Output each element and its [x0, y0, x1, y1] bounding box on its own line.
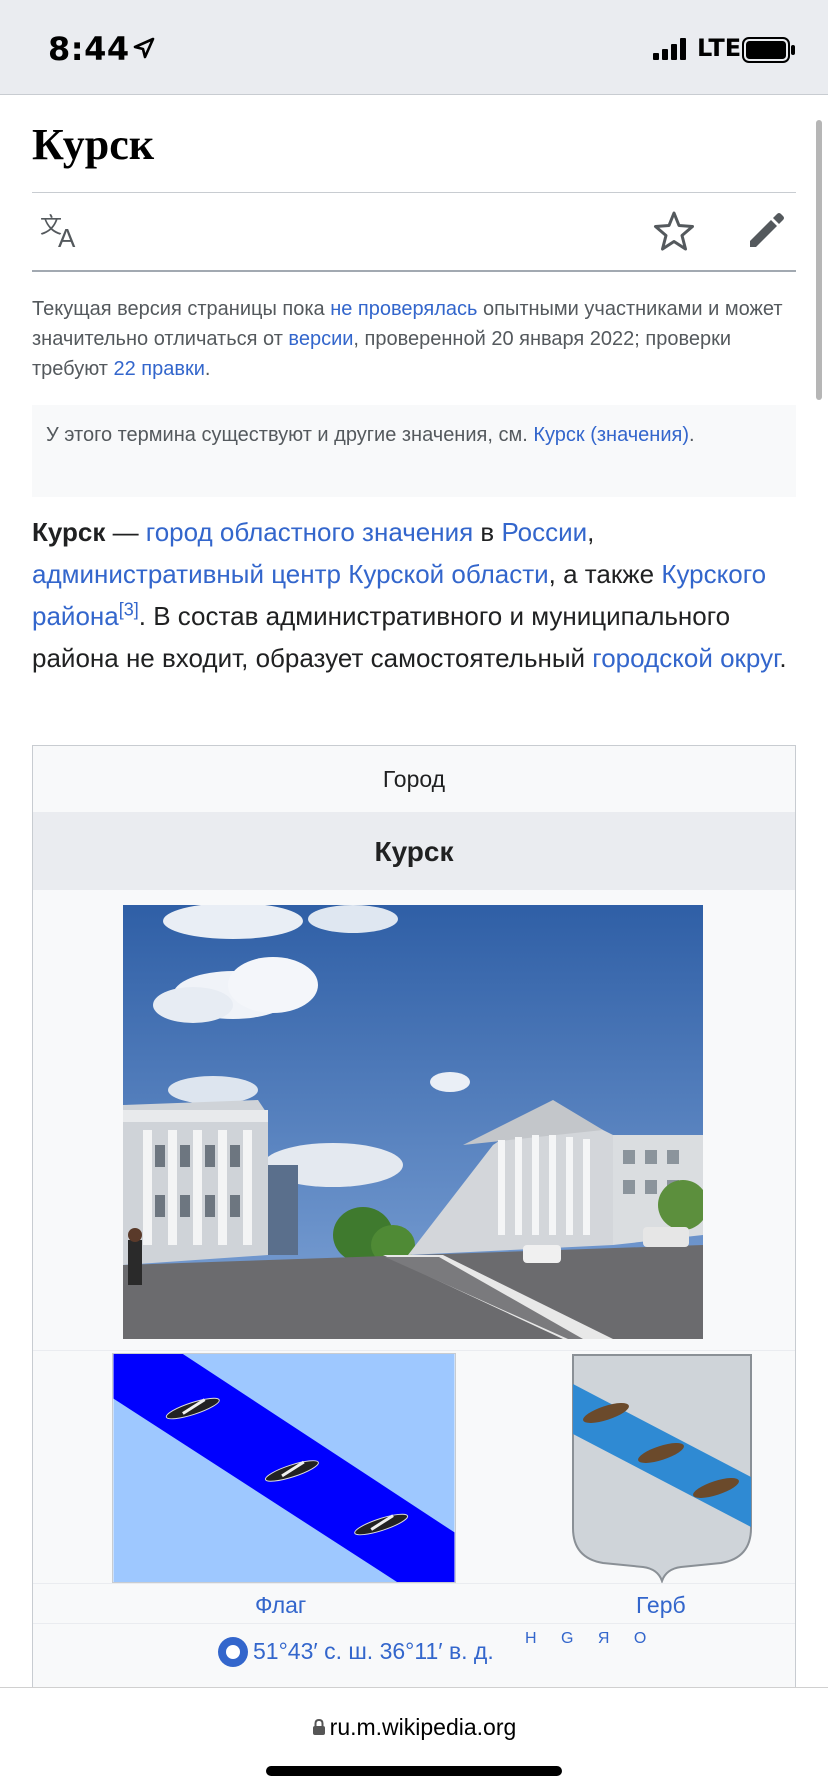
pending-edits-link[interactable]: 22 правки	[113, 358, 204, 380]
reference-link[interactable]: [3]	[119, 599, 139, 619]
infobox-coordinates: 51°43′ с. ш. 36°11′ в. д. H G Я O	[33, 1624, 795, 1674]
infobox-type: Город	[33, 746, 795, 813]
infobox-title: Курск	[33, 813, 795, 890]
review-notice: Текущая версия страницы пока не проверял…	[32, 298, 783, 380]
scroll-indicator[interactable]	[816, 120, 822, 400]
flag-link[interactable]: Флаг	[255, 1592, 306, 1619]
lock-icon	[312, 1718, 325, 1735]
browser-bottom-bar: ru.m.wikipedia.org	[0, 1687, 828, 1792]
location-arrow-icon	[133, 37, 155, 59]
status-bar: 8:44 LTE	[0, 0, 828, 95]
svg-text:A: A	[58, 223, 76, 251]
infobox-symbols-row	[33, 1351, 795, 1584]
admin-center-link[interactable]: административный центр Курской области	[32, 559, 549, 589]
version-link[interactable]: версии	[288, 328, 353, 350]
status-time: 8:44	[48, 30, 130, 68]
globe-icon[interactable]	[217, 1636, 249, 1668]
coordinates-link[interactable]: 51°43′ с. ш. 36°11′ в. д.	[253, 1638, 494, 1665]
not-reviewed-link[interactable]: не проверялась	[330, 298, 477, 320]
language-icon[interactable]: 文 A	[40, 211, 84, 251]
page-actions-toolbar: 文 A	[32, 193, 796, 269]
lead-paragraph: Курск — город областного значения в Росс…	[32, 517, 787, 673]
russia-link[interactable]: России	[501, 517, 587, 547]
infobox: Город Курск Флаг Герб 51°43′ с. ш. 36°11…	[32, 745, 796, 1785]
city-photo[interactable]	[123, 905, 703, 1339]
coat-of-arms-link[interactable]: Герб	[636, 1592, 686, 1619]
edit-pencil-icon[interactable]	[744, 209, 788, 253]
disambiguation-hatnote: У этого термина существуют и другие знач…	[32, 405, 796, 497]
divider	[32, 270, 796, 272]
address-bar[interactable]: ru.m.wikipedia.org	[0, 1714, 828, 1741]
lead-bold-term: Курск	[32, 517, 106, 547]
city-status-link[interactable]: город областного значения	[146, 517, 473, 547]
network-type: LTE	[697, 34, 742, 62]
urban-okrug-link[interactable]: городской округ	[592, 643, 779, 673]
battery-icon	[742, 37, 795, 63]
cellular-signal-icon	[653, 38, 686, 60]
coat-of-arms-image[interactable]	[571, 1353, 753, 1583]
home-indicator[interactable]	[266, 1766, 562, 1776]
star-icon[interactable]	[652, 209, 696, 253]
flag-image[interactable]	[112, 1353, 456, 1583]
url-text: ru.m.wikipedia.org	[329, 1714, 517, 1740]
infobox-photo-row	[33, 891, 795, 1351]
map-service-links[interactable]: H G Я O	[525, 1630, 656, 1648]
page-title: Курск	[32, 120, 155, 169]
infobox-symbol-captions: Флаг Герб	[33, 1584, 795, 1624]
disambiguation-link[interactable]: Курск (значения)	[533, 424, 689, 446]
